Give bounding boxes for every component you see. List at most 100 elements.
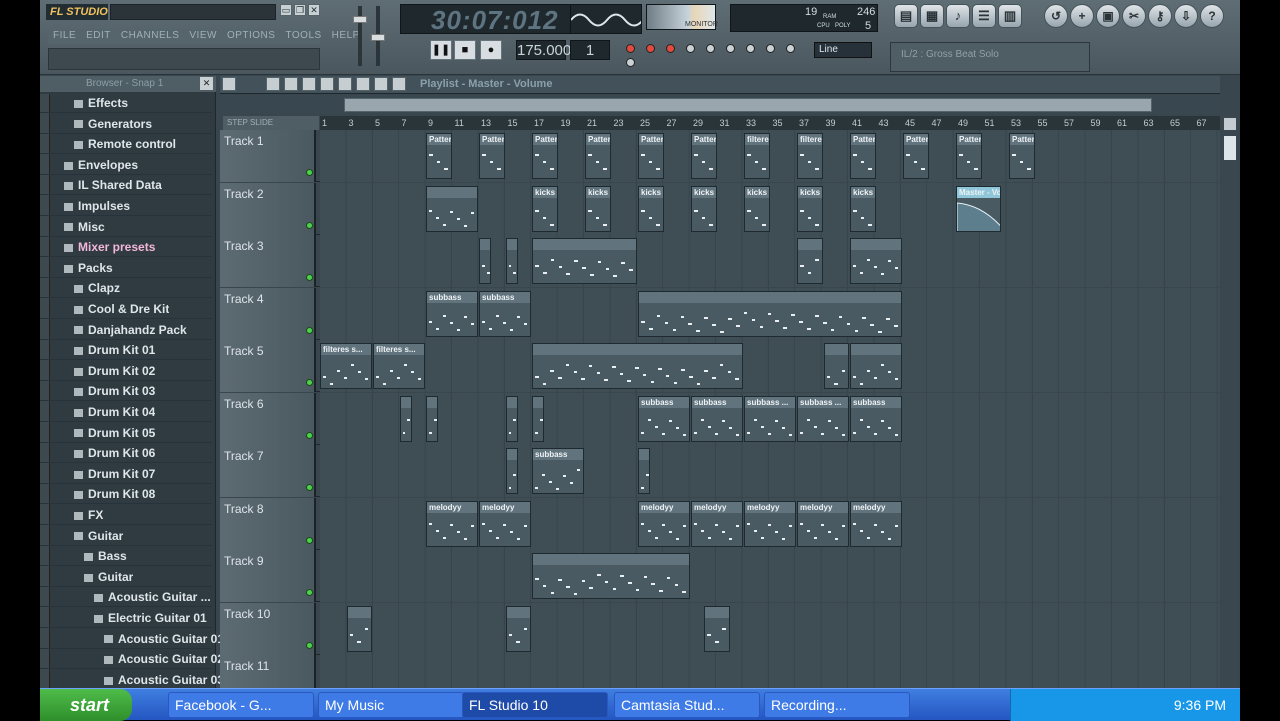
select-tool-icon[interactable] (356, 77, 370, 91)
pattern-clip[interactable]: Pattern 1 (532, 133, 558, 179)
multilink-led[interactable] (786, 44, 795, 53)
track-active-led[interactable] (306, 431, 313, 439)
paint-tool-icon[interactable] (284, 77, 298, 91)
menu-edit[interactable]: EDIT (81, 28, 116, 44)
track-name[interactable]: Track 5 (220, 340, 316, 392)
pattern-clip[interactable]: Pattern 1 (426, 133, 452, 179)
menu-view[interactable]: VIEW (184, 28, 222, 44)
pattern-clip[interactable] (505, 448, 518, 494)
pattern-clip[interactable]: Pattern 1 (479, 133, 505, 179)
horizontal-scrollbar[interactable] (344, 98, 1152, 112)
pattern-clip[interactable]: subbass ... (797, 395, 849, 442)
taskbar-button[interactable]: My Music (318, 692, 464, 718)
pattern-clip[interactable] (426, 185, 478, 232)
browser-item[interactable]: Drum Kit 02 (74, 361, 155, 381)
browser-item[interactable]: Generators (74, 114, 152, 134)
close-icon[interactable]: ✕ (308, 4, 320, 16)
pattern-clip[interactable]: filteres s... (320, 343, 372, 389)
track-active-led[interactable] (306, 589, 313, 596)
pattern-clip[interactable]: Pattern 1 (691, 133, 717, 179)
pattern-clip[interactable]: subbass (426, 290, 478, 337)
pattern-clip[interactable] (850, 343, 902, 389)
track-name[interactable]: Track 10 (220, 602, 316, 655)
pattern-clip[interactable]: Pattern 1 (638, 133, 664, 179)
save-icon[interactable]: ▣ (1096, 4, 1120, 28)
browser-item[interactable]: Acoustic Guitar 01 (104, 629, 224, 649)
track-lane[interactable] (320, 235, 1220, 287)
menu-tools[interactable]: TOOLS (280, 28, 326, 44)
track-active-led[interactable] (306, 274, 313, 281)
browser-item[interactable]: Mixer presets (64, 237, 155, 257)
browser-close-icon[interactable]: ✕ (200, 77, 213, 90)
track-name[interactable]: Track 11 (220, 655, 316, 688)
browser-item[interactable]: Acoustic Guitar 03 (104, 670, 224, 688)
taskbar-button[interactable]: FL Studio 10 (462, 692, 608, 718)
pattern-clip[interactable] (505, 605, 531, 652)
pattern-clip[interactable]: Pattern 1 (956, 133, 982, 179)
browser-title[interactable]: Browser - Snap 1 (40, 76, 216, 92)
pattern-clip[interactable]: Pattern 1 (1009, 133, 1035, 179)
help-icon[interactable]: ? (1200, 4, 1224, 28)
pattern-clip[interactable]: filteres ... (797, 133, 823, 179)
track-lane[interactable]: kicks #4 kicks #4 kicks kicks kicks #2 kicks … (320, 182, 1220, 235)
pattern-clip[interactable] (797, 238, 823, 284)
menu-channels[interactable]: CHANNELS (116, 28, 184, 44)
track-active-led[interactable] (306, 641, 313, 649)
pattern-clip[interactable]: melodyy (638, 500, 690, 547)
key-icon[interactable]: ⚷ (1148, 4, 1172, 28)
delete-tool-icon[interactable] (302, 77, 316, 91)
taskbar-button[interactable]: Facebook - G... (168, 692, 314, 718)
pattern-clip[interactable] (704, 605, 730, 652)
playback-tool-icon[interactable] (392, 77, 406, 91)
countdown-led[interactable] (686, 44, 695, 53)
pattern-clip[interactable] (850, 238, 902, 284)
track-lane[interactable]: subbass (320, 445, 1220, 497)
browser-item[interactable]: Guitar (84, 567, 133, 587)
step-edit-led[interactable] (726, 44, 735, 53)
browser-item[interactable]: Acoustic Guitar 02 (104, 649, 224, 669)
pause-button[interactable]: ❚❚ (430, 40, 452, 60)
pattern-clip[interactable]: filteres ... (744, 133, 770, 179)
browser-icon[interactable]: ☰ (972, 4, 996, 28)
pattern-clip[interactable]: subbass (532, 448, 584, 494)
scroll-up-icon[interactable] (1224, 118, 1236, 130)
playlist-title[interactable]: Playlist - Master - Volume (420, 78, 552, 90)
track-lane[interactable]: subbass subbass subbass ... subbass ... subb… (320, 392, 1220, 445)
draw-tool-icon[interactable] (266, 77, 280, 91)
browser-item[interactable]: FX (74, 505, 103, 525)
track-active-led[interactable] (306, 326, 313, 334)
track-lane[interactable]: subbass subbass (320, 287, 1220, 340)
browser-item[interactable]: Envelopes (64, 155, 138, 175)
pattern-mode-led[interactable] (626, 44, 635, 53)
track-active-led[interactable] (306, 379, 313, 386)
browser-item[interactable]: Clapz (74, 278, 120, 298)
pattern-clip[interactable]: subbass (479, 290, 531, 337)
browser-item[interactable]: Cool & Dre Kit (74, 299, 169, 319)
pattern-display[interactable]: 1 (570, 40, 610, 60)
track-active-led[interactable] (306, 536, 313, 544)
step-sequencer-icon[interactable]: ▦ (920, 4, 944, 28)
pattern-clip[interactable] (532, 395, 545, 442)
pattern-clip[interactable] (479, 238, 492, 284)
pattern-clip[interactable]: kicks #4 (532, 185, 558, 232)
pattern-clip[interactable]: melodyy (479, 500, 531, 547)
track-name[interactable]: Track 4 (220, 287, 316, 340)
pattern-clip[interactable]: Pattern 1 (850, 133, 876, 179)
snap-selector[interactable]: Line (814, 42, 872, 58)
piano-roll-icon[interactable]: ♪ (946, 4, 970, 28)
song-time-display[interactable]: 30:07:012 (400, 4, 596, 35)
taskbar-button[interactable]: Recording... (764, 692, 910, 718)
restore-icon[interactable]: ❐ (294, 4, 306, 16)
undo-icon[interactable]: ↺ (1044, 4, 1068, 28)
pattern-clip[interactable]: subbass (638, 395, 690, 442)
browser-item[interactable]: Drum Kit 01 (74, 340, 155, 360)
pattern-clip[interactable] (532, 553, 690, 599)
master-pitch-slider[interactable] (371, 6, 385, 66)
browser-item[interactable]: Effects (74, 93, 128, 113)
taskbar-button[interactable]: Camtasia Stud... (614, 692, 760, 718)
pattern-clip[interactable] (638, 448, 651, 494)
typing-keyboard-led[interactable] (766, 44, 775, 53)
browser-item[interactable]: IL Shared Data (64, 175, 162, 195)
mute-tool-icon[interactable] (320, 77, 334, 91)
automation-clip[interactable]: Master - Volume ... (956, 185, 1002, 232)
